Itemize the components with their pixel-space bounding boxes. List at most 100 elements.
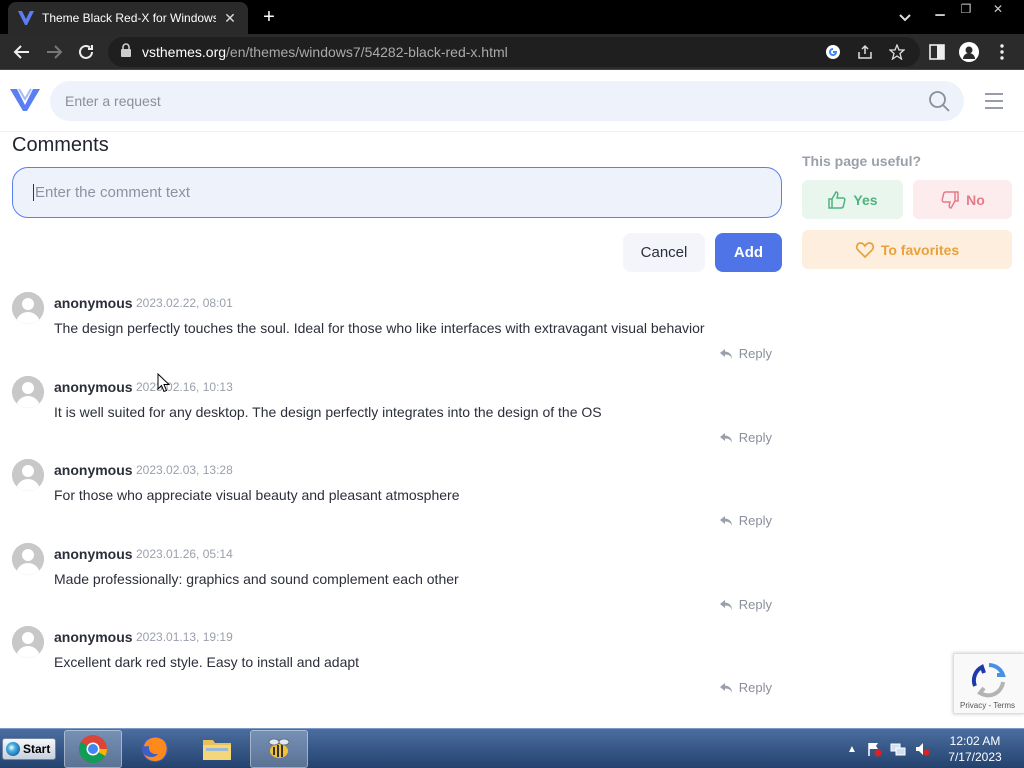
bookmark-star-icon[interactable] [888,43,906,61]
mouse-cursor-icon [157,372,171,393]
reply-label: Reply [738,430,772,445]
minimize-button[interactable]: ▁ [928,0,952,18]
reply-label: Reply [738,513,772,528]
recaptcha-links[interactable]: Privacy - Terms [960,701,1015,710]
comment-text: Excellent dark red style. Easy to instal… [54,654,360,670]
yes-label: Yes [853,191,878,208]
comment-text: For those who appreciate visual beauty a… [54,487,460,503]
system-clock[interactable]: 12:02 AM 7/17/2023 [940,733,1010,765]
favorites-label: To favorites [880,241,960,258]
reply-icon [719,515,732,526]
url-text: vsthemes.org/en/themes/windows7/54282-bl… [142,44,508,60]
avatar [12,626,44,658]
comments-heading: Comments [12,134,109,156]
windows-taskbar: Start ▲ 12:02 AM 7/17/2023 [0,728,1024,768]
add-to-favorites-button[interactable]: To favorites [802,230,1012,269]
page-useful-label: This page useful? [802,153,922,169]
recaptcha-badge[interactable]: Privacy - Terms [953,653,1024,714]
reload-button[interactable] [75,41,97,63]
tab-search-chevron-icon[interactable] [896,8,914,26]
comment-date: 2023.02.03, 13:28 [136,463,233,477]
profile-avatar-icon[interactable] [959,42,979,62]
comment-input-placeholder: Enter the comment text [35,184,191,201]
back-button[interactable] [11,41,33,63]
comment-author: anonymous [54,295,133,311]
comment-item: anonymous 2023.01.26, 05:14 Made profess… [12,543,782,623]
comment-date: 2023.02.16, 10:13 [136,380,233,394]
reply-button[interactable]: Reply [719,430,772,445]
comment-text: The design perfectly touches the soul. I… [54,320,705,336]
site-header: Enter a request [0,70,1024,132]
restore-button[interactable]: ❐ [954,0,978,18]
new-tab-button[interactable]: + [259,7,279,27]
thumbs-down-icon [941,190,959,209]
comment-author: anonymous [54,462,133,478]
side-panel-icon[interactable] [927,42,947,62]
clock-time: 12:02 AM [949,734,1001,748]
close-window-button[interactable]: ✕ [986,0,1010,18]
reply-label: Reply [738,346,772,361]
tab-close-icon[interactable]: ✕ [222,10,238,26]
show-hidden-icons-chevron-icon[interactable]: ▲ [844,741,860,757]
reply-icon [719,432,732,443]
avatar [12,543,44,575]
cancel-button[interactable]: Cancel [623,233,705,272]
clock-date: 7/17/2023 [948,750,1002,764]
reply-button[interactable]: Reply [719,513,772,528]
comment-date: 2023.01.13, 19:19 [136,630,233,644]
share-icon[interactable] [856,43,874,61]
address-bar[interactable]: vsthemes.org/en/themes/windows7/54282-bl… [108,37,920,67]
avatar [12,459,44,491]
comment-text: It is well suited for any desktop. The d… [54,404,602,420]
start-button[interactable]: Start [2,738,56,760]
site-search-input[interactable]: Enter a request [50,81,964,121]
add-comment-button[interactable]: Add [715,233,782,272]
site-logo-icon[interactable] [10,87,40,113]
comment-date: 2023.02.22, 08:01 [136,296,233,310]
browser-tab-strip: Theme Black Red-X for Windows ✕ + ▁ ❐ ✕ [0,0,1024,34]
search-icon[interactable] [928,90,950,112]
network-icon[interactable] [890,741,906,757]
comment-item: anonymous 2023.02.03, 13:28 For those wh… [12,459,782,539]
comment-author: anonymous [54,379,133,395]
taskbar-chrome-button[interactable] [64,730,122,768]
reply-label: Reply [738,680,772,695]
no-button[interactable]: No [913,180,1012,219]
thumbs-up-icon [828,190,846,209]
taskbar-explorer-button[interactable] [188,730,246,768]
reply-button[interactable]: Reply [719,680,772,695]
recaptcha-icon [971,663,1006,698]
chrome-icon [79,735,107,763]
comment-date: 2023.01.26, 05:14 [136,547,233,561]
tab-title: Theme Black Red-X for Windows [42,11,216,25]
hamburger-menu-icon[interactable] [984,92,1004,110]
text-caret [33,184,34,201]
avatar [12,292,44,324]
taskbar-firefox-button[interactable] [126,730,184,768]
comment-text: Made professionally: graphics and sound … [54,571,459,587]
bee-app-icon [268,738,290,758]
reply-icon [719,682,732,693]
browser-tab[interactable]: Theme Black Red-X for Windows ✕ [8,2,248,34]
taskbar-app-button[interactable] [250,730,308,768]
reply-button[interactable]: Reply [719,597,772,612]
no-label: No [966,191,985,208]
reply-label: Reply [738,597,772,612]
comment-text-input[interactable]: Enter the comment text [12,167,782,218]
yes-button[interactable]: Yes [802,180,903,219]
google-icon[interactable] [824,43,842,61]
search-placeholder: Enter a request [65,93,161,109]
reply-button[interactable]: Reply [719,346,772,361]
folder-icon [203,740,231,760]
site-favicon-icon [18,10,34,26]
comment-author: anonymous [54,546,133,562]
volume-muted-icon[interactable] [914,741,930,757]
comment-item: anonymous 2023.02.22, 08:01 The design p… [12,292,782,372]
action-center-flag-icon[interactable] [866,741,882,757]
firefox-icon [142,736,168,762]
windows-logo-icon [6,742,20,756]
forward-button[interactable] [43,41,65,63]
reply-icon [719,348,732,359]
browser-menu-icon[interactable] [992,42,1012,62]
avatar [12,376,44,408]
